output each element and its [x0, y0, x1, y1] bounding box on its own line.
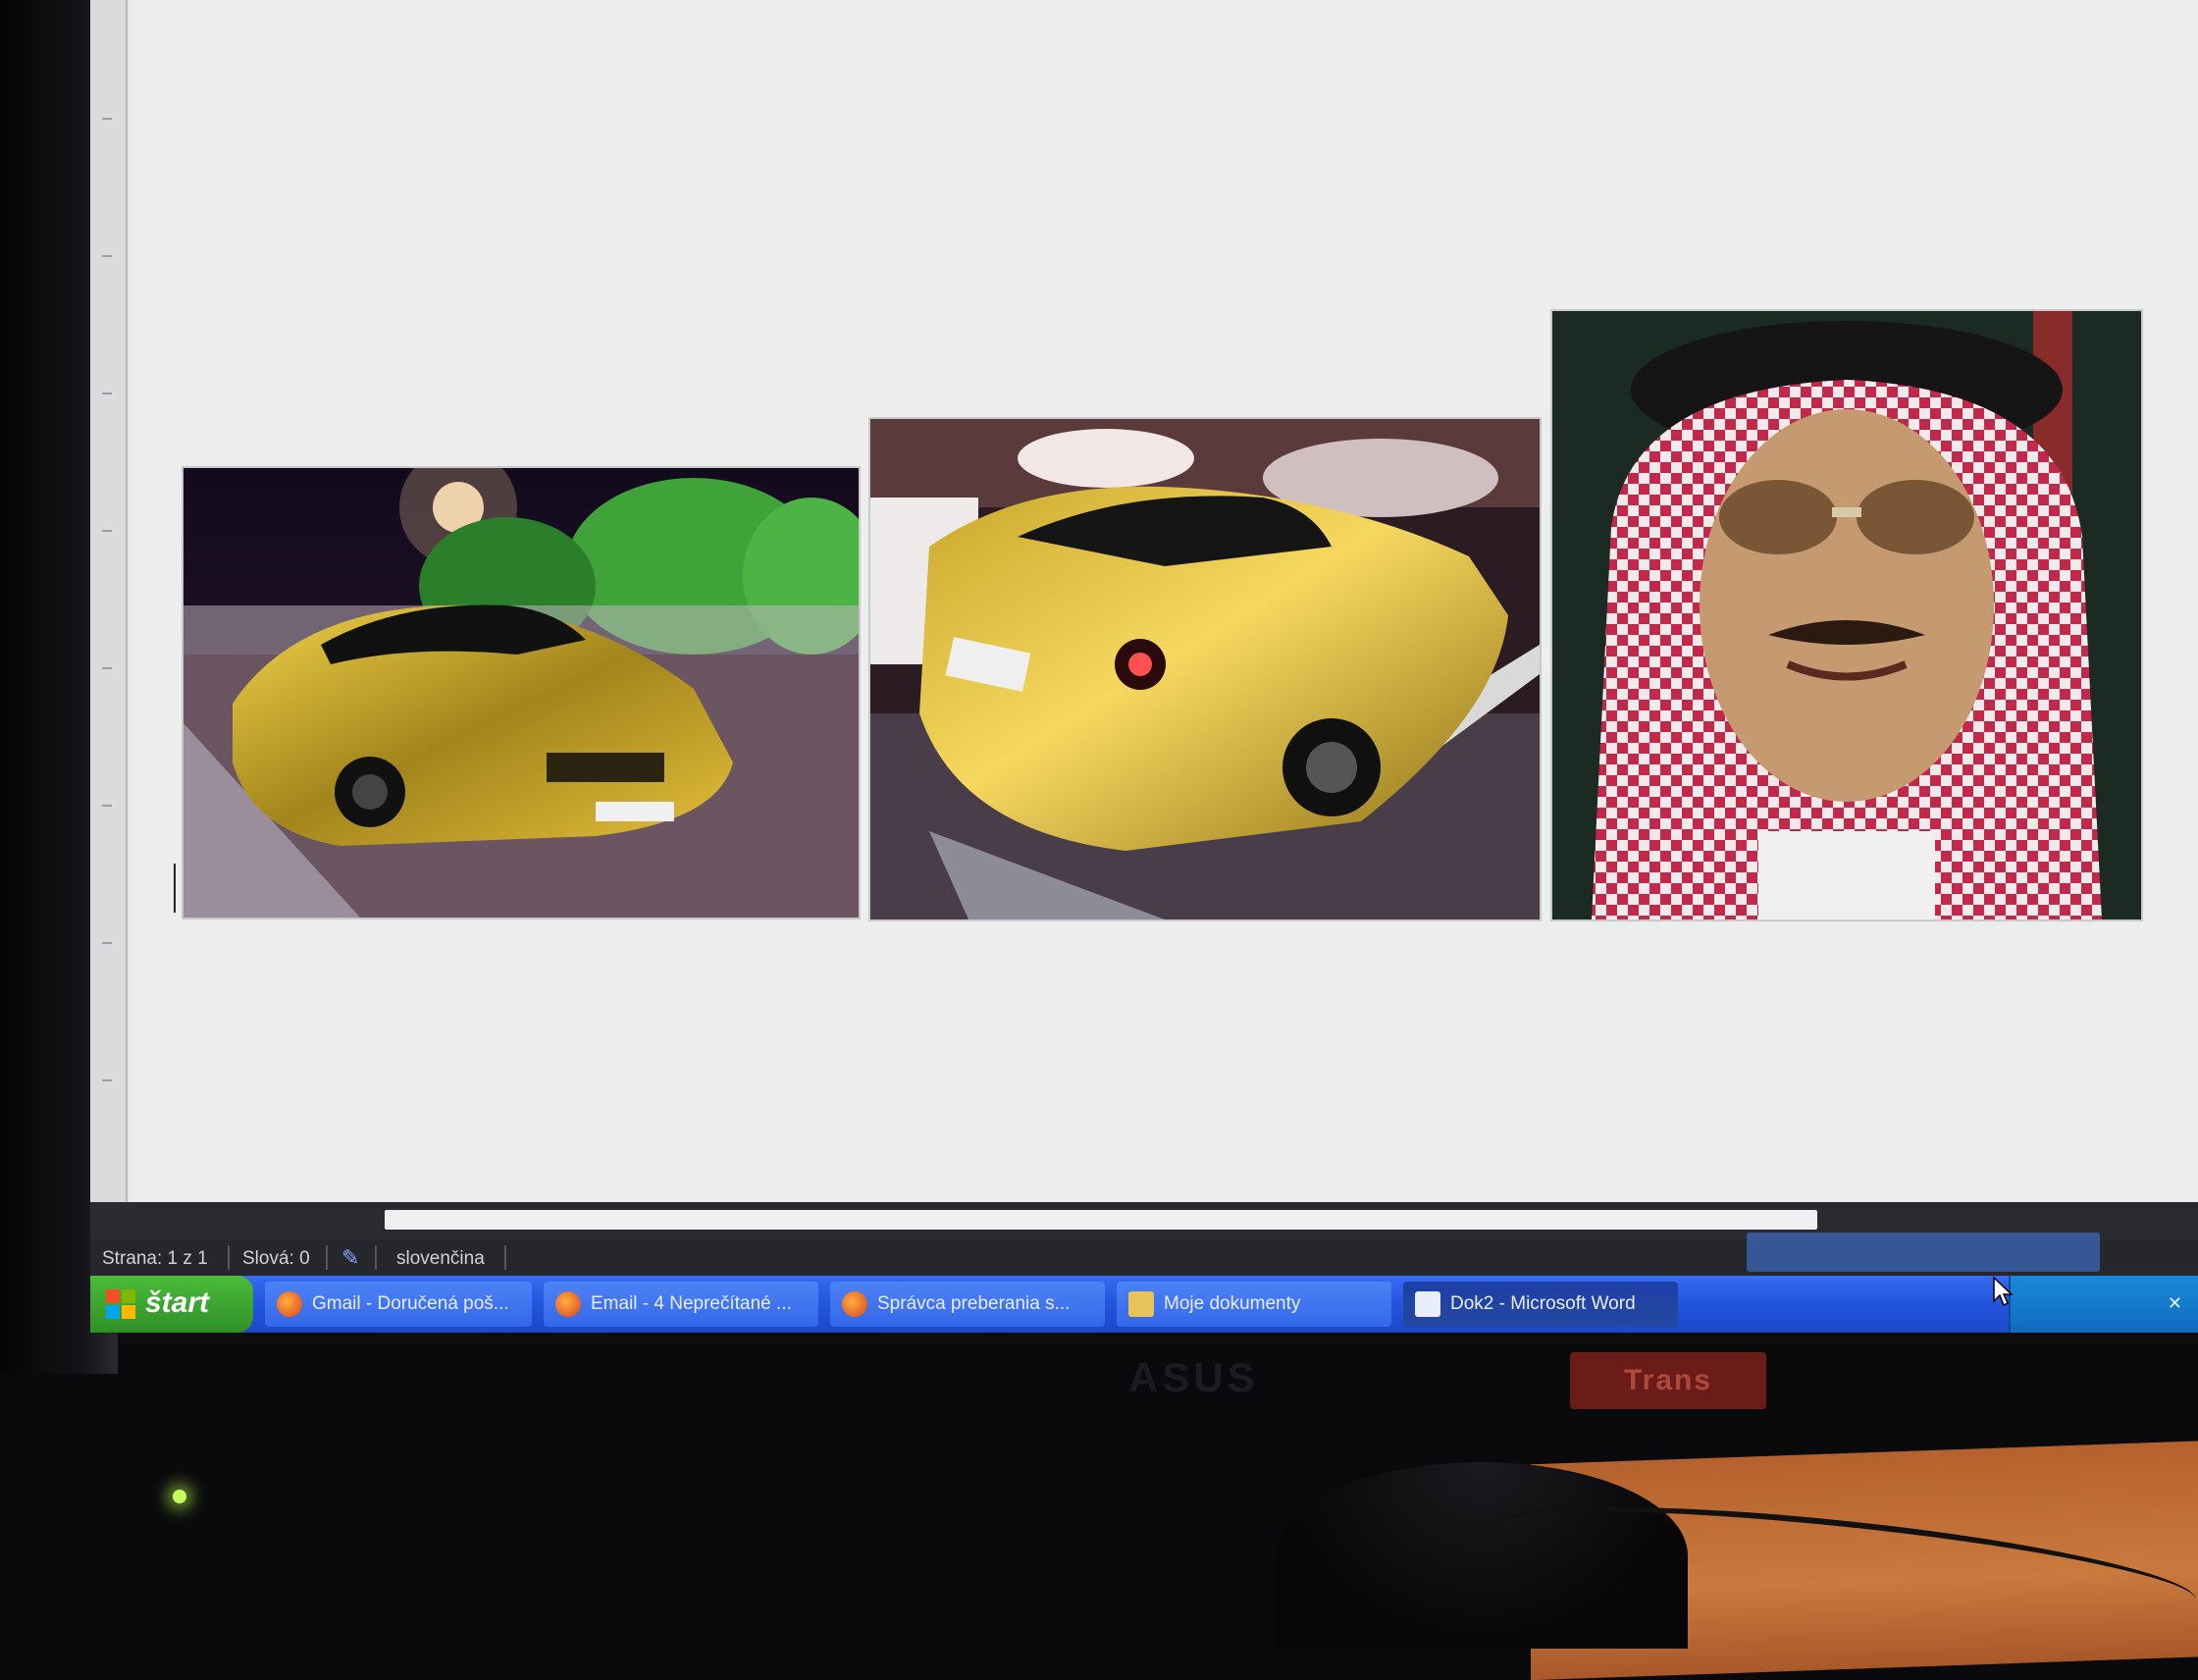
taskbar-button-my-documents[interactable]: Moje dokumenty	[1117, 1282, 1391, 1327]
task-label: Moje dokumenty	[1164, 1293, 1301, 1314]
ruler-tick	[102, 255, 112, 257]
word-icon	[1415, 1291, 1440, 1317]
status-divider	[326, 1245, 328, 1270]
monitor-brand: ASUS	[1128, 1354, 1259, 1400]
task-label: Dok2 - Microsoft Word	[1450, 1293, 1636, 1314]
status-divider	[228, 1245, 230, 1270]
task-label: Správca preberania s...	[877, 1293, 1071, 1314]
ruler-tick	[102, 805, 112, 807]
firefox-icon	[555, 1291, 581, 1317]
task-label: Gmail - Doručená poš...	[312, 1293, 509, 1314]
ruler-tick	[102, 942, 112, 944]
ruler-tick	[102, 393, 112, 394]
status-divider	[375, 1245, 377, 1270]
taskbar-button-download-manager[interactable]: Správca preberania s...	[830, 1282, 1105, 1327]
ruler-tick	[102, 667, 112, 669]
gold-car-front-image	[183, 468, 859, 918]
gold-car-front-photo[interactable]	[182, 466, 861, 919]
portrait-image	[1552, 311, 2141, 919]
gold-car-rear-photo[interactable]	[868, 417, 1542, 921]
folder-icon	[1128, 1291, 1154, 1317]
text-caret	[174, 864, 176, 913]
language-indicator[interactable]: slovenčina	[396, 1248, 485, 1270]
language-bar[interactable]	[1747, 1233, 2100, 1272]
mouse-cursor-icon	[1993, 1276, 2014, 1307]
system-tray: ✕	[2009, 1276, 2198, 1333]
windows-flag-icon	[106, 1289, 135, 1319]
taskbar-button-email[interactable]: Email - 4 Neprečítané ...	[544, 1282, 818, 1327]
tray-close-icon[interactable]: ✕	[2168, 1293, 2182, 1314]
ruler-tick	[102, 530, 112, 532]
task-label: Email - 4 Neprečítané ...	[591, 1293, 792, 1314]
word-count[interactable]: Slová: 0	[242, 1248, 310, 1270]
scrollbar-thumb[interactable]	[385, 1210, 1817, 1230]
firefox-icon	[277, 1291, 302, 1317]
taskbar-button-gmail[interactable]: Gmail - Doručená poš...	[265, 1282, 532, 1327]
gold-car-rear-image	[870, 419, 1540, 919]
page-count: Strana: 1 z 1	[102, 1248, 208, 1269]
ruler-tick	[102, 1079, 112, 1081]
start-button[interactable]: štart	[90, 1276, 253, 1333]
firefox-icon	[842, 1291, 867, 1317]
taskbar-button-word[interactable]: Dok2 - Microsoft Word	[1403, 1282, 1678, 1327]
monitor-badge: Trans	[1570, 1352, 1766, 1409]
status-divider	[504, 1245, 506, 1270]
windows-taskbar: štart Gmail - Doručená poš... Email - 4 …	[90, 1276, 2198, 1333]
man-in-keffiyeh-photo[interactable]	[1550, 309, 2143, 921]
vertical-ruler	[90, 0, 128, 1217]
ruler-tick	[102, 118, 112, 120]
power-led-icon	[173, 1490, 186, 1503]
start-label: štart	[145, 1286, 210, 1319]
spellcheck-icon[interactable]: ✎	[341, 1245, 359, 1271]
